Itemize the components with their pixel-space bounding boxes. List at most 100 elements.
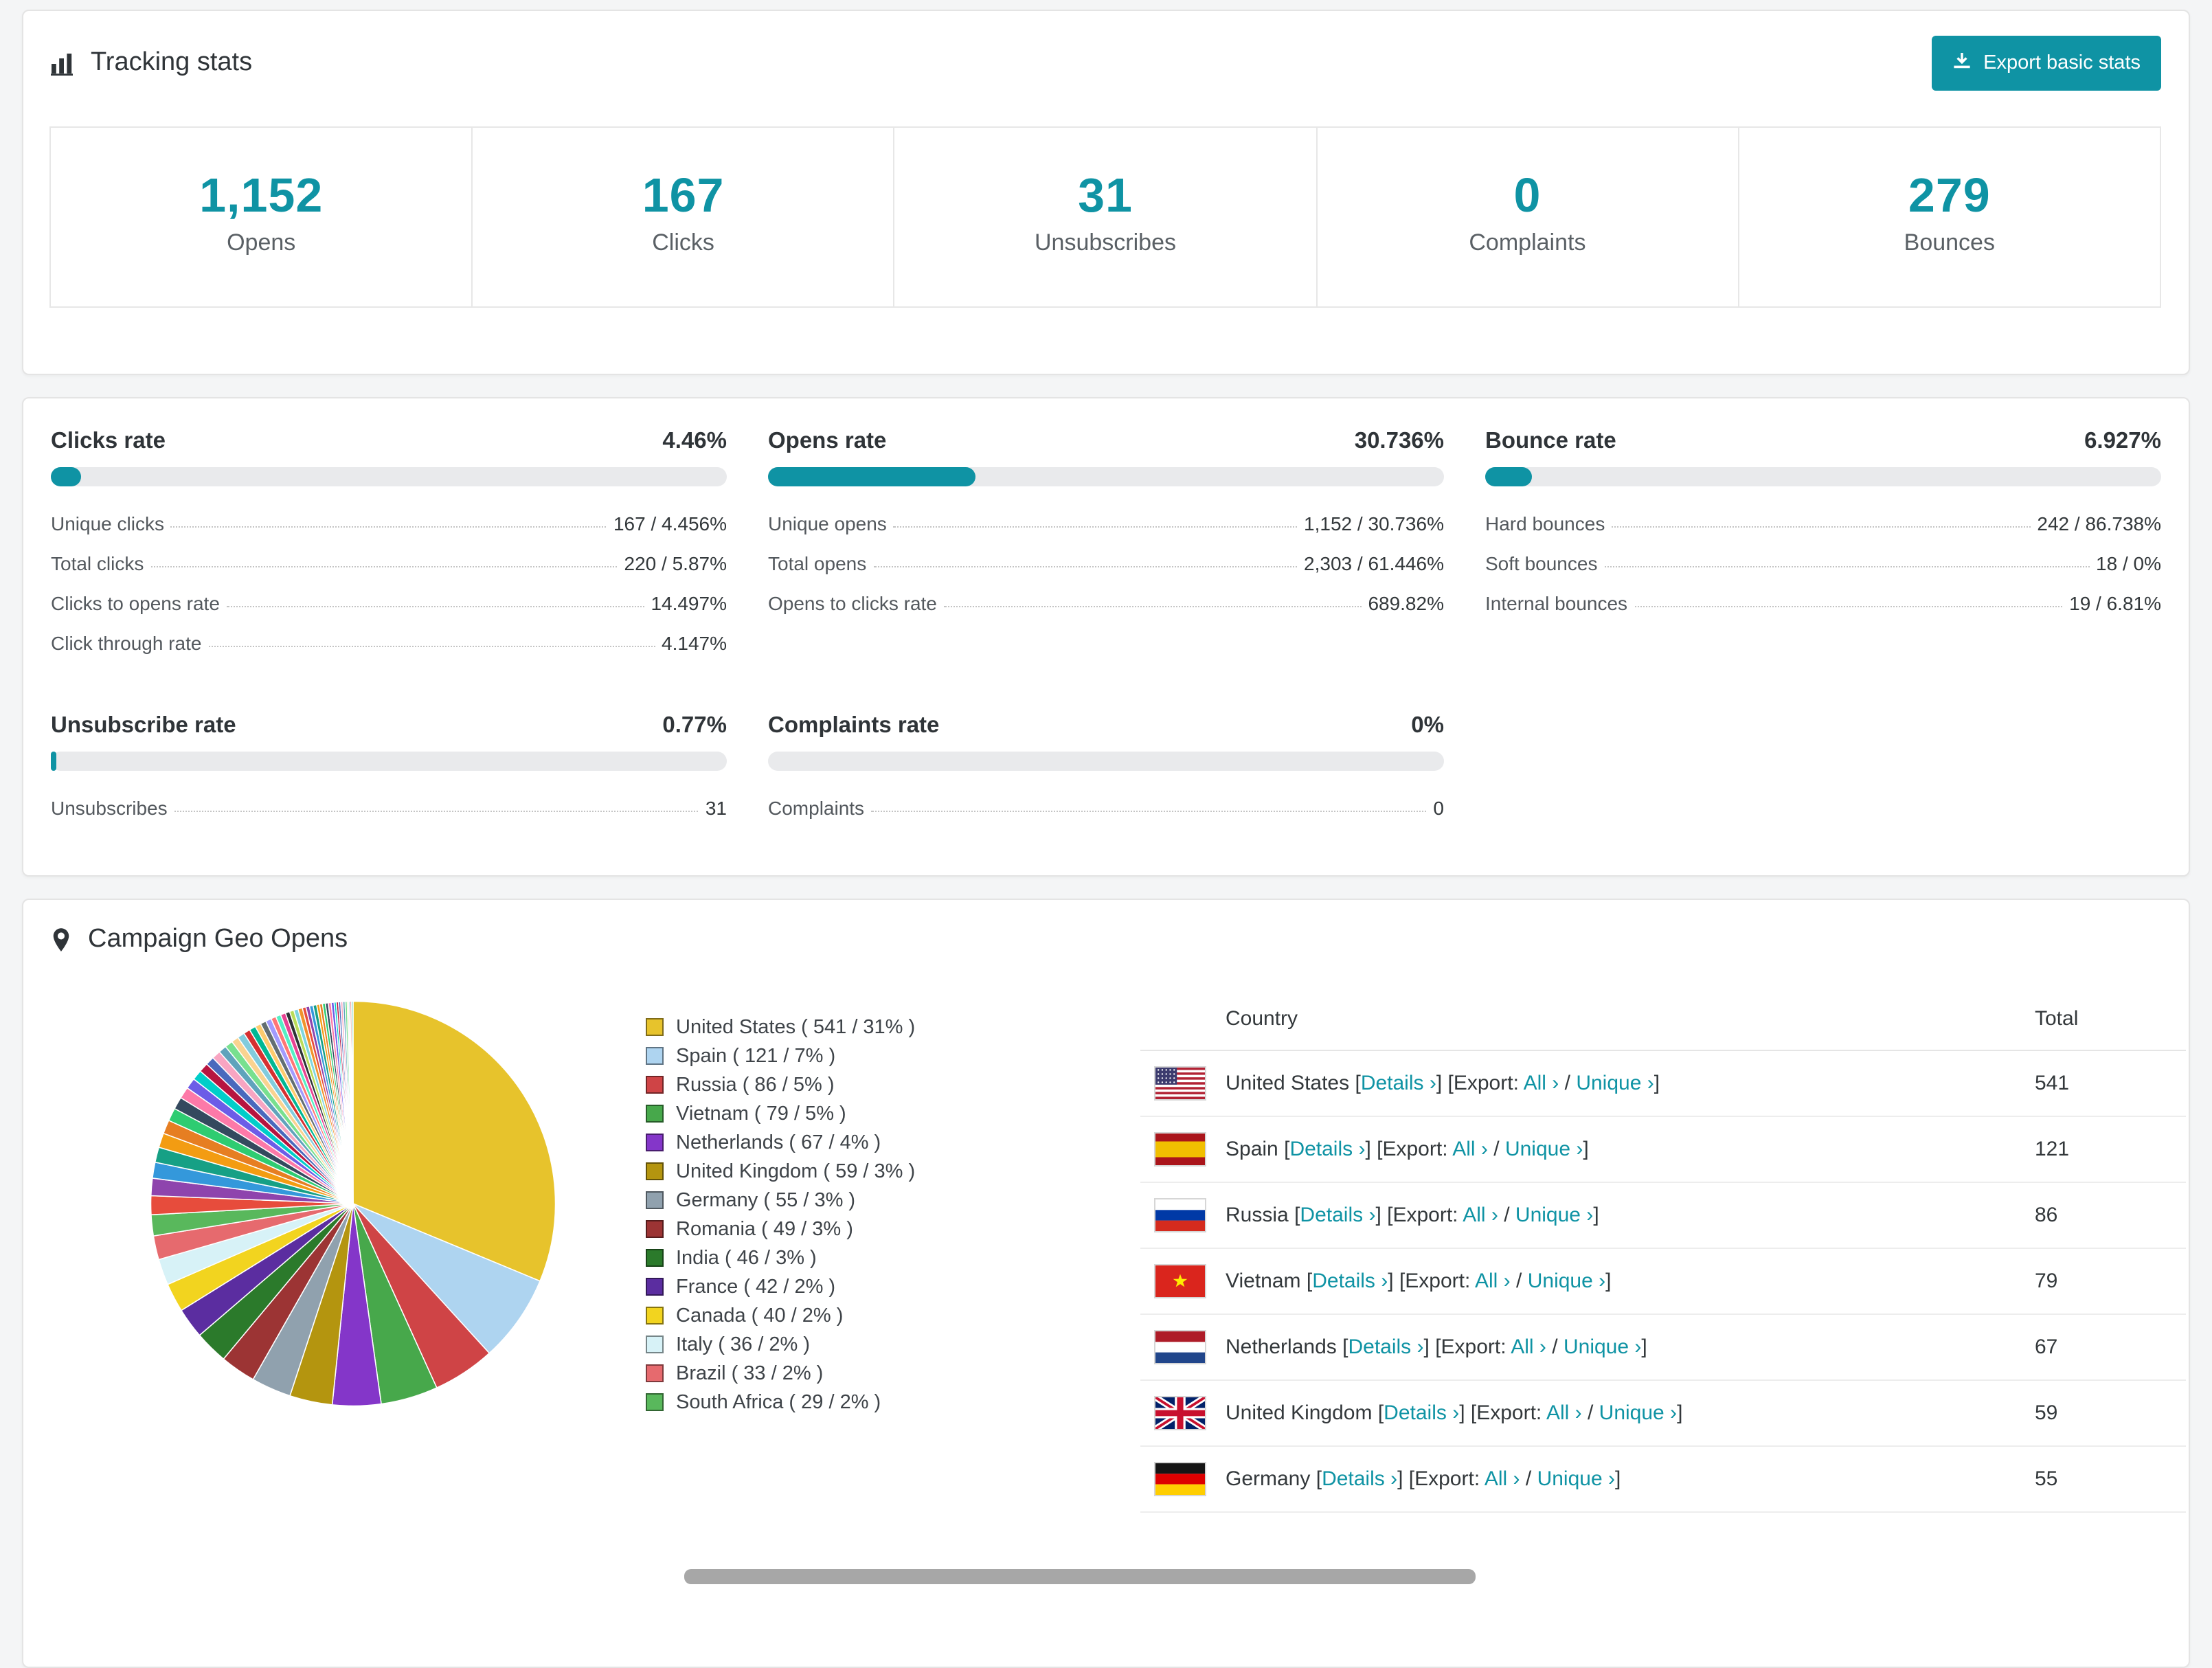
export-unique-link[interactable]: Unique › [1505, 1138, 1583, 1161]
rate-metric-row: Click through rate 4.147% [51, 621, 727, 661]
legend-label: Spain ( 121 / 7% ) [676, 1045, 836, 1067]
rates-grid: Clicks rate 4.46% Unique clicks 167 / 4.… [51, 429, 2161, 826]
legend-item[interactable]: Romania ( 49 / 3% ) [646, 1215, 989, 1243]
legend-label: United States ( 541 / 31% ) [676, 1016, 916, 1038]
rate-value: 0.77% [662, 713, 727, 738]
export-unique-link[interactable]: Unique › [1515, 1204, 1593, 1227]
country-cell: Netherlands [Details ›] [Export: All › /… [1226, 1335, 2035, 1359]
stat-box: 0 Complaints [1316, 126, 1739, 308]
legend-item[interactable]: India ( 46 / 3% ) [646, 1243, 989, 1272]
rate-metric-label: Clicks to opens rate [51, 592, 220, 614]
geo-content: United States ( 541 / 31% ) Spain ( 121 … [23, 969, 2189, 1513]
export-prefix: [Export: [1387, 1204, 1458, 1227]
export-all-link[interactable]: All › [1524, 1072, 1559, 1095]
rate-metric-value: 19 / 6.81% [2069, 592, 2161, 614]
export-all-link[interactable]: All › [1511, 1335, 1546, 1359]
rate-metric-row: Unique opens 1,152 / 30.736% [768, 501, 1444, 541]
country-flag-icon [1154, 1264, 1206, 1298]
legend-item[interactable]: Russia ( 86 / 5% ) [646, 1070, 989, 1099]
export-unique-link[interactable]: Unique › [1564, 1335, 1641, 1359]
rate-metric-row: Soft bounces 18 / 0% [1485, 541, 2161, 581]
bracket: ] [1397, 1467, 1403, 1491]
stat-box: 1,152 Opens [49, 126, 473, 308]
rate-metric-list: Complaints 0 [768, 786, 1444, 826]
column-header-country: Country [1226, 1007, 1298, 1030]
column-header-total: Total [2035, 1007, 2079, 1030]
details-link[interactable]: Details › [1361, 1072, 1436, 1095]
legend-item[interactable]: France ( 42 / 2% ) [646, 1272, 989, 1301]
progress-bar-track [768, 752, 1444, 771]
slash: / [1552, 1335, 1558, 1359]
export-all-link[interactable]: All › [1452, 1138, 1488, 1161]
rate-value: 6.927% [2084, 429, 2161, 453]
rate-metric-value: 2,303 / 61.446% [1304, 552, 1444, 574]
rate-metric-value: 1,152 / 30.736% [1304, 512, 1444, 534]
rate-title: Bounce rate [1485, 429, 1616, 453]
rate-metric-label: Unique clicks [51, 512, 164, 534]
legend-label: India ( 46 / 3% ) [676, 1247, 817, 1269]
export-all-link[interactable]: All › [1485, 1467, 1520, 1491]
dotted-leader [170, 526, 607, 528]
rate-metric-label: Total clicks [51, 552, 144, 574]
progress-bar-fill [51, 752, 56, 771]
country-total: 55 [2035, 1467, 2058, 1491]
legend-item[interactable]: Spain ( 121 / 7% ) [646, 1041, 989, 1070]
rate-metric-label: Unsubscribes [51, 797, 168, 819]
details-link[interactable]: Details › [1322, 1467, 1397, 1491]
horizontal-scrollbar-thumb[interactable] [684, 1569, 1476, 1584]
geo-table-body: United States [Details ›] [Export: All ›… [1140, 1051, 2186, 1513]
export-unique-link[interactable]: Unique › [1576, 1072, 1654, 1095]
export-all-link[interactable]: All › [1546, 1401, 1582, 1425]
legend-label: Russia ( 86 / 5% ) [676, 1074, 835, 1096]
export-unique-link[interactable]: Unique › [1528, 1270, 1605, 1293]
rate-title: Clicks rate [51, 429, 166, 453]
rate-panel: Complaints rate 0% Complaints 0 [768, 713, 1444, 826]
legend-item[interactable]: Vietnam ( 79 / 5% ) [646, 1099, 989, 1128]
geo-table-header: Country Total [1140, 988, 2186, 1051]
rate-metric-label: Complaints [768, 797, 865, 819]
rate-metric-value: 14.497% [651, 592, 727, 614]
export-all-link[interactable]: All › [1463, 1204, 1498, 1227]
rate-value: 4.46% [662, 429, 727, 453]
stat-label: Opens [227, 229, 296, 256]
details-link[interactable]: Details › [1384, 1401, 1459, 1425]
country-total: 67 [2035, 1335, 2058, 1359]
legend-swatch [646, 1047, 664, 1065]
stat-label: Clicks [652, 229, 714, 256]
legend-item[interactable]: Italy ( 36 / 2% ) [646, 1330, 989, 1359]
legend-item[interactable]: United States ( 541 / 31% ) [646, 1013, 989, 1041]
details-link[interactable]: Details › [1348, 1335, 1423, 1359]
legend-item[interactable]: Germany ( 55 / 3% ) [646, 1186, 989, 1215]
export-prefix: [Export: [1399, 1270, 1471, 1293]
bracket: ] [1436, 1072, 1443, 1095]
legend-item[interactable]: Canada ( 40 / 2% ) [646, 1301, 989, 1330]
rate-metric-value: 220 / 5.87% [624, 552, 727, 574]
legend-item[interactable]: South Africa ( 29 / 2% ) [646, 1388, 989, 1417]
rate-metric-value: 242 / 86.738% [2037, 512, 2161, 534]
export-all-link[interactable]: All › [1475, 1270, 1511, 1293]
details-link[interactable]: Details › [1300, 1204, 1375, 1227]
bracket: ] [1388, 1270, 1394, 1293]
progress-bar-fill [51, 467, 81, 486]
legend-item[interactable]: Netherlands ( 67 / 4% ) [646, 1128, 989, 1157]
details-link[interactable]: Details › [1289, 1138, 1365, 1161]
export-unique-link[interactable]: Unique › [1537, 1467, 1615, 1491]
export-basic-stats-button[interactable]: Export basic stats [1931, 36, 2161, 91]
bracket: [ [1284, 1138, 1290, 1161]
legend-swatch [646, 1162, 664, 1180]
details-link[interactable]: Details › [1312, 1270, 1388, 1293]
rate-metric-value: 167 / 4.456% [613, 512, 727, 534]
legend-item[interactable]: Brazil ( 33 / 2% ) [646, 1359, 989, 1388]
country-flag-icon [1154, 1396, 1206, 1430]
rate-metric-label: Internal bounces [1485, 592, 1628, 614]
rate-metric-row: Opens to clicks rate 689.82% [768, 581, 1444, 621]
rate-metric-row: Complaints 0 [768, 786, 1444, 826]
geo-pie-chart [140, 991, 566, 1417]
export-unique-link[interactable]: Unique › [1599, 1401, 1677, 1425]
legend-label: Romania ( 49 / 3% ) [676, 1218, 853, 1240]
legend-item[interactable]: United Kingdom ( 59 / 3% ) [646, 1157, 989, 1186]
bracket: [ [1377, 1401, 1384, 1425]
country-cell: United States [Details ›] [Export: All ›… [1226, 1072, 2035, 1095]
country-cell: Vietnam [Details ›] [Export: All › / Uni… [1226, 1270, 2035, 1293]
progress-bar-fill [1485, 467, 1533, 486]
